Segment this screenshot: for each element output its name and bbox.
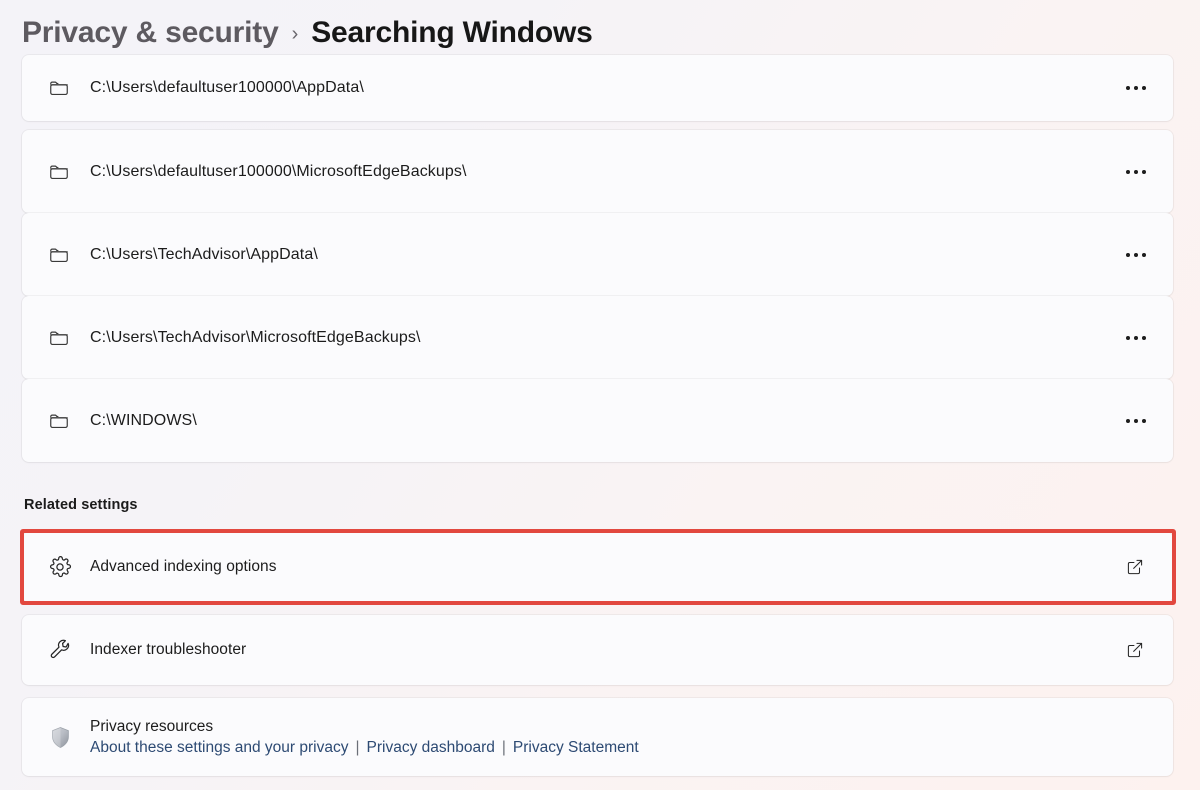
folder-icon xyxy=(48,410,90,432)
page-title: Searching Windows xyxy=(311,16,593,49)
folder-more-options-button[interactable] xyxy=(1117,322,1155,354)
settings-page: Privacy & security › Searching Windows C… xyxy=(0,0,1200,790)
folder-more-options-button[interactable] xyxy=(1117,156,1155,188)
excluded-folder-row[interactable]: C:\Users\defaultuser100000\MicrosoftEdge… xyxy=(22,130,1173,213)
shield-icon xyxy=(48,725,90,750)
privacy-resources-links: About these settings and your privacy | … xyxy=(90,739,1155,757)
excluded-folder-row[interactable]: C:\Users\defaultuser100000\AppData\ xyxy=(22,55,1173,121)
privacy-dashboard-link[interactable]: Privacy dashboard xyxy=(367,739,495,757)
wrench-icon xyxy=(48,638,90,662)
folder-path-label: C:\Users\TechAdvisor\MicrosoftEdgeBackup… xyxy=(90,328,421,346)
folder-path-label: C:\Users\TechAdvisor\AppData\ xyxy=(90,245,318,263)
excluded-folder-row[interactable]: C:\Users\TechAdvisor\AppData\ xyxy=(22,213,1173,296)
external-link-icon[interactable] xyxy=(1115,641,1155,659)
folder-icon xyxy=(48,327,90,349)
about-these-settings-link[interactable]: About these settings and your privacy xyxy=(90,739,348,757)
advanced-indexing-options-row[interactable]: Advanced indexing options xyxy=(22,532,1173,602)
advanced-indexing-options-label: Advanced indexing options xyxy=(90,558,277,575)
link-separator: | xyxy=(355,738,360,756)
indexer-troubleshooter-row[interactable]: Indexer troubleshooter xyxy=(22,615,1173,685)
excluded-folder-row[interactable]: C:\Users\TechAdvisor\MicrosoftEdgeBackup… xyxy=(22,296,1173,379)
gear-icon xyxy=(48,555,90,579)
folder-more-options-button[interactable] xyxy=(1117,239,1155,271)
indexer-troubleshooter-label: Indexer troubleshooter xyxy=(90,641,247,658)
folder-path-label: C:\Users\defaultuser100000\MicrosoftEdge… xyxy=(90,162,467,180)
folder-path-label: C:\Users\defaultuser100000\AppData\ xyxy=(90,79,364,96)
privacy-statement-link[interactable]: Privacy Statement xyxy=(513,739,639,757)
link-separator: | xyxy=(501,738,506,756)
breadcrumb: Privacy & security › Searching Windows xyxy=(22,8,593,58)
folder-icon xyxy=(48,77,90,99)
privacy-resources-row: Privacy resources About these settings a… xyxy=(22,698,1173,776)
folder-path-label: C:\WINDOWS\ xyxy=(90,411,197,429)
folder-more-options-button[interactable] xyxy=(1117,405,1155,437)
settings-content: C:\Users\defaultuser100000\AppData\ C:\U… xyxy=(0,55,1200,790)
related-settings-heading: Related settings xyxy=(24,497,138,513)
external-link-icon[interactable] xyxy=(1115,558,1155,576)
chevron-right-icon: › xyxy=(291,23,299,45)
excluded-folder-row[interactable]: C:\WINDOWS\ xyxy=(22,379,1173,462)
folder-more-options-button[interactable] xyxy=(1117,72,1155,104)
privacy-resources-title: Privacy resources xyxy=(90,717,214,735)
folder-icon xyxy=(48,244,90,266)
folder-icon xyxy=(48,161,90,183)
breadcrumb-parent-link[interactable]: Privacy & security xyxy=(22,16,279,50)
